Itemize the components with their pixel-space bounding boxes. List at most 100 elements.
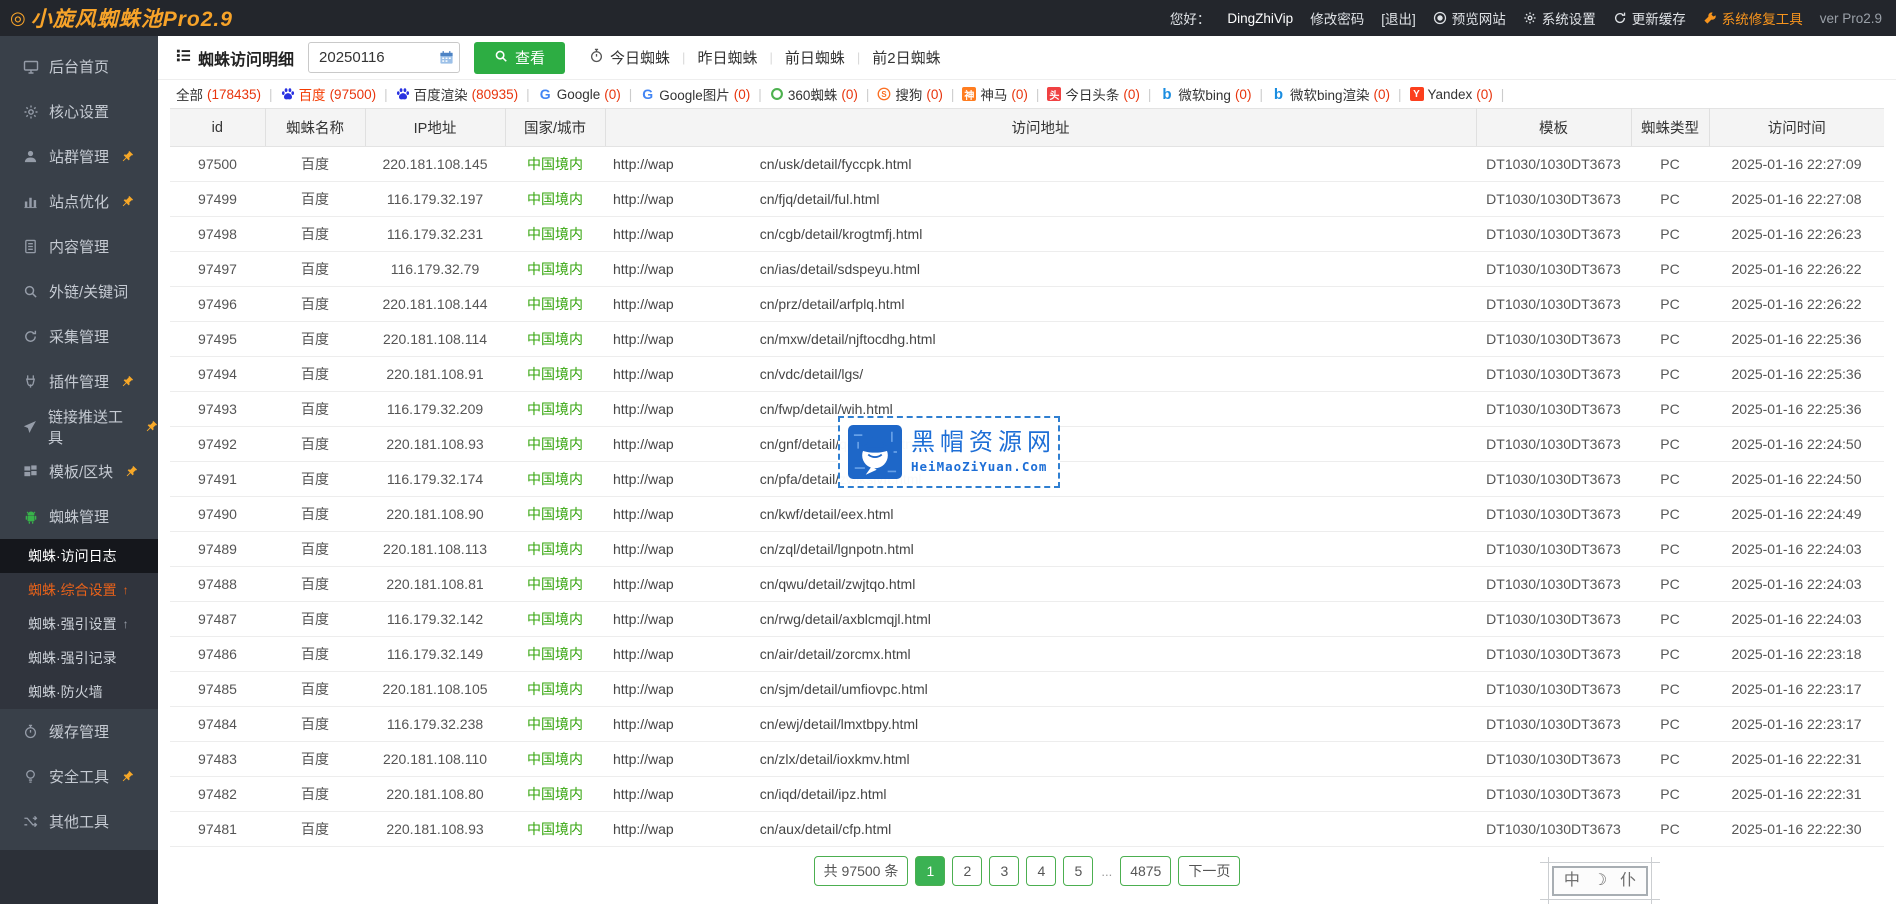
cell-spider-type: PC	[1631, 217, 1709, 252]
sidebar-item-templates[interactable]: 模板/区块	[0, 449, 158, 494]
redacted-domain	[674, 298, 760, 312]
ime-key-1[interactable]: ☽	[1593, 873, 1607, 889]
sidebar-item-site-group[interactable]: 站群管理	[0, 134, 158, 179]
filter-count: (80935)	[472, 87, 519, 102]
spider-filter-tab[interactable]: 神 神马 (0)	[962, 84, 1028, 104]
date-input[interactable]	[308, 42, 460, 73]
preview-site-link[interactable]: 预览网站	[1433, 8, 1506, 28]
cell-ip: 116.179.32.149	[365, 637, 505, 672]
watermark-logo-icon	[848, 425, 902, 479]
cell-region: 中国境内	[505, 777, 605, 812]
sidebar-item-cache[interactable]: 缓存管理	[0, 709, 158, 754]
cell-region: 中国境内	[505, 462, 605, 497]
cell-spider-name: 百度	[265, 742, 365, 777]
table-row: 97495 百度 220.181.108.114 中国境内 http://wap…	[170, 322, 1884, 357]
spider-filter-tab[interactable]: b 微软bing渲染 (0)	[1271, 84, 1390, 104]
sidebar-item-site-optimize[interactable]: 站点优化	[0, 179, 158, 224]
spider-filter-tab[interactable]: S 搜狗 (0)	[877, 84, 943, 104]
page-button-2[interactable]: 2	[952, 856, 982, 886]
user-icon	[22, 148, 39, 165]
redacted-domain	[674, 403, 760, 417]
sidebar-item-collect[interactable]: 采集管理	[0, 314, 158, 359]
filter-label: 微软bing渲染	[1290, 84, 1370, 104]
cell-ip: 116.179.32.209	[365, 392, 505, 427]
repair-tool-link[interactable]: 系统修复工具	[1703, 8, 1803, 28]
day-link-3[interactable]: 前2日蜘蛛	[872, 47, 940, 68]
ime-key-0[interactable]: 中	[1564, 873, 1580, 889]
day-link-0[interactable]: 今日蜘蛛	[589, 47, 670, 68]
page-button-last[interactable]: 4875	[1120, 856, 1171, 886]
baidu-icon	[281, 87, 295, 101]
top-header: ◎ 小旋风蜘蛛池Pro2.9 您好： DingZhiVip 修改密码 [退出] …	[0, 0, 1896, 36]
cell-id: 97495	[170, 322, 265, 357]
cell-time: 2025-01-16 22:23:18	[1709, 637, 1884, 672]
page-button-4[interactable]: 4	[1026, 856, 1056, 886]
spider-filter-tab[interactable]: 头 今日头条 (0)	[1047, 84, 1140, 104]
redacted-domain	[674, 718, 760, 732]
spider-filter-tab[interactable]: G Google (0)	[538, 87, 621, 102]
sidebar-item-core-settings[interactable]: 核心设置	[0, 89, 158, 134]
filter-count: (0)	[1476, 87, 1493, 102]
spider-filter-tab[interactable]: b 微软bing (0)	[1159, 84, 1251, 104]
search-icon	[22, 283, 39, 300]
sidebar-subitem[interactable]: 蜘蛛·强引设置 ↑	[0, 607, 158, 641]
page-title: 蜘蛛访问明细	[176, 46, 294, 70]
sidebar-item-content[interactable]: 内容管理	[0, 224, 158, 269]
cell-time: 2025-01-16 22:26:22	[1709, 287, 1884, 322]
page-button-3[interactable]: 3	[989, 856, 1019, 886]
sidebar-item-dashboard[interactable]: 后台首页	[0, 44, 158, 89]
sidebar-item-push-tools[interactable]: 链接推送工具	[0, 404, 158, 449]
cell-time: 2025-01-16 22:22:31	[1709, 742, 1884, 777]
sidebar-item-security[interactable]: 安全工具	[0, 754, 158, 799]
spider-filter-tab[interactable]: 360蜘蛛 (0)	[770, 84, 858, 104]
cell-time: 2025-01-16 22:24:50	[1709, 462, 1884, 497]
spider-filter-tab[interactable]: 百度 (97500)	[281, 84, 377, 104]
cell-ip: 220.181.108.110	[365, 742, 505, 777]
sidebar-item-plugins[interactable]: 插件管理	[0, 359, 158, 404]
sidebar-item-label: 模板/区块	[49, 461, 113, 482]
logout-link[interactable]: [退出]	[1381, 8, 1416, 28]
sidebar-subitem-label: 蜘蛛·访问日志	[28, 546, 117, 566]
sidebar-subitem[interactable]: 蜘蛛·强引记录	[0, 641, 158, 675]
sidebar-item-spider[interactable]: 蜘蛛管理	[0, 494, 158, 539]
cell-region: 中国境内	[505, 252, 605, 287]
cell-time: 2025-01-16 22:24:03	[1709, 567, 1884, 602]
sidebar-item-other-tools[interactable]: 其他工具	[0, 799, 158, 844]
day-link-2[interactable]: 前日蜘蛛	[785, 47, 845, 68]
spider-filter-tab[interactable]: G Google图片 (0)	[640, 84, 750, 104]
cell-region: 中国境内	[505, 637, 605, 672]
page-button-5[interactable]: 5	[1063, 856, 1093, 886]
system-settings-link[interactable]: 系统设置	[1523, 8, 1596, 28]
sidebar-item-links-keywords[interactable]: 外链/关键词	[0, 269, 158, 314]
update-cache-link[interactable]: 更新缓存	[1613, 8, 1686, 28]
redacted-domain	[674, 263, 760, 277]
cell-ip: 116.179.32.197	[365, 182, 505, 217]
next-page-button[interactable]: 下一页	[1178, 856, 1240, 886]
ime-key-2[interactable]: 仆	[1620, 873, 1636, 889]
sidebar-subitem[interactable]: 蜘蛛·访问日志	[0, 539, 158, 573]
page-button-1[interactable]: 1	[915, 856, 945, 886]
cell-ip: 220.181.108.105	[365, 672, 505, 707]
cell-ip: 220.181.108.113	[365, 532, 505, 567]
cell-id: 97499	[170, 182, 265, 217]
spider-filter-tab[interactable]: 百度渲染 (80935)	[396, 84, 519, 104]
cell-template: DT1030/1030DT3673	[1476, 777, 1631, 812]
cell-spider-type: PC	[1631, 812, 1709, 847]
redacted-domain	[674, 823, 760, 837]
bing-icon: b	[1159, 87, 1174, 102]
ime-toolbar[interactable]: 中 ☽ 仆	[1552, 866, 1648, 896]
change-password-link[interactable]: 修改密码	[1310, 8, 1364, 28]
cell-template: DT1030/1030DT3673	[1476, 812, 1631, 847]
cell-id: 97489	[170, 532, 265, 567]
search-icon	[494, 49, 508, 67]
sidebar-subitem[interactable]: 蜘蛛·综合设置 ↑	[0, 573, 158, 607]
cell-url: http://wapcn/cgb/detail/krogtmfj.html	[605, 217, 1476, 252]
spider-filter-tab[interactable]: Y Yandex (0)	[1410, 87, 1493, 102]
spider-filter-tab[interactable]: 全部 (178435)	[176, 84, 261, 104]
cell-ip: 116.179.32.238	[365, 707, 505, 742]
calendar-icon[interactable]	[439, 50, 454, 70]
view-button[interactable]: 查看	[474, 42, 565, 74]
sidebar-subitem[interactable]: 蜘蛛·防火墙	[0, 675, 158, 709]
blocks-icon	[22, 463, 39, 480]
day-link-1[interactable]: 昨日蜘蛛	[697, 47, 757, 68]
